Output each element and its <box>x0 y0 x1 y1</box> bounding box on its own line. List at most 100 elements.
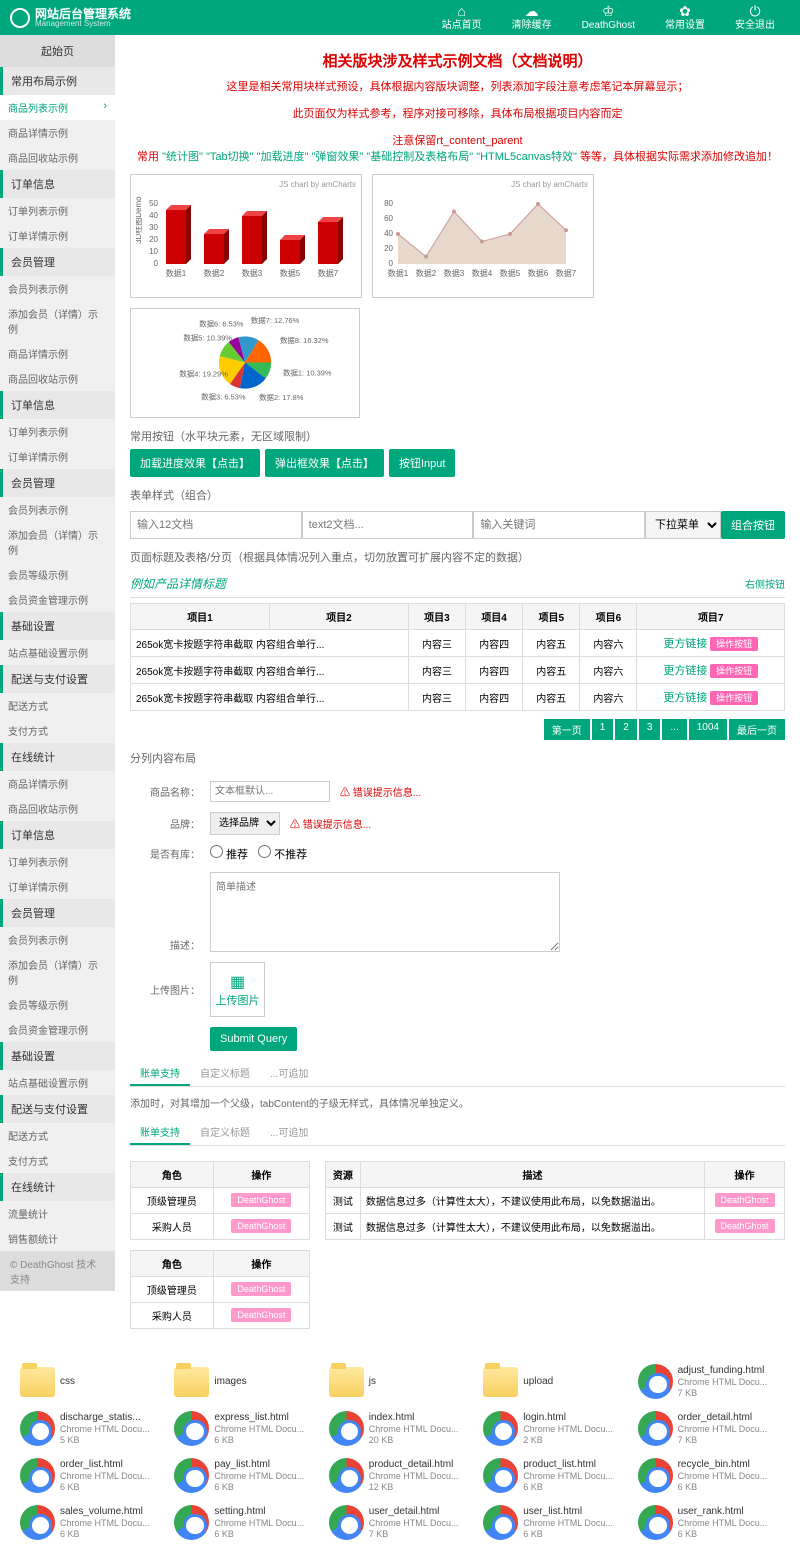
file-item[interactable]: product_list.htmlChrome HTML Docu...6 KB <box>483 1458 625 1493</box>
sidebar-item[interactable]: 配送方式 <box>0 1123 115 1148</box>
sidebar-item[interactable]: 订单详情示例 <box>0 874 115 899</box>
sidebar-item[interactable]: 会员等级示例 <box>0 562 115 587</box>
file-item[interactable]: user_list.htmlChrome HTML Docu...6 KB <box>483 1505 625 1540</box>
sidebar-item[interactable]: 支付方式 <box>0 1148 115 1173</box>
file-item[interactable]: adjust_funding.htmlChrome HTML Docu...7 … <box>638 1364 780 1399</box>
tab[interactable]: 账单支持 <box>130 1120 190 1145</box>
sidebar-item[interactable]: 站点基础设置示例 <box>0 1070 115 1095</box>
file-item[interactable]: recycle_bin.htmlChrome HTML Docu...6 KB <box>638 1458 780 1493</box>
file-item[interactable]: images <box>174 1364 316 1399</box>
badge[interactable]: DeathGhost <box>231 1282 291 1296</box>
sidebar-item[interactable]: 会员资金管理示例 <box>0 587 115 612</box>
badge[interactable]: DeathGhost <box>231 1193 291 1207</box>
sidebar-home[interactable]: 起始页 <box>0 35 115 67</box>
nav-清除缓存[interactable]: ☁清除缓存 <box>497 0 567 35</box>
text-input[interactable] <box>473 511 645 539</box>
desc-textarea[interactable] <box>210 872 560 952</box>
nav-常用设置[interactable]: ✿常用设置 <box>650 0 720 35</box>
file-item[interactable]: setting.htmlChrome HTML Docu...6 KB <box>174 1505 316 1540</box>
sidebar-item[interactable]: 会员等级示例 <box>0 992 115 1017</box>
badge-action[interactable]: 操作按钮 <box>710 637 758 651</box>
action-button[interactable]: 加载进度效果【点击】 <box>130 449 260 477</box>
badge-action[interactable]: 操作按钮 <box>710 664 758 678</box>
nav-站点首页[interactable]: ⌂站点首页 <box>427 0 497 35</box>
combo-select[interactable]: 下拉菜单 <box>645 511 721 539</box>
upload-button[interactable]: ▦ 上传图片 <box>210 962 265 1017</box>
svg-text:数据7: 数据7 <box>556 268 577 278</box>
tab[interactable]: 账单支持 <box>130 1061 190 1086</box>
file-item[interactable]: upload <box>483 1364 625 1399</box>
file-item[interactable]: index.htmlChrome HTML Docu...20 KB <box>329 1411 471 1446</box>
action-button[interactable]: 弹出框效果【点击】 <box>265 449 384 477</box>
badge-action[interactable]: 操作按钮 <box>710 691 758 705</box>
page-button[interactable]: 3 <box>639 719 661 740</box>
nav-DeathGhost[interactable]: ♔DeathGhost <box>567 0 650 35</box>
radio-recommend[interactable]: 推荐 <box>210 845 248 862</box>
page-button[interactable]: 最后一页 <box>729 719 785 740</box>
sidebar-item[interactable]: 商品回收站示例 <box>0 796 115 821</box>
file-item[interactable]: discharge_statis...Chrome HTML Docu...5 … <box>20 1411 162 1446</box>
tab[interactable]: 自定义标题 <box>190 1120 260 1145</box>
sidebar-item[interactable]: 商品详情示例 <box>0 341 115 366</box>
sidebar-item[interactable]: 订单详情示例 <box>0 444 115 469</box>
text-input[interactable] <box>302 511 474 539</box>
file-item[interactable]: product_detail.htmlChrome HTML Docu...12… <box>329 1458 471 1493</box>
sidebar-item[interactable]: 商品详情示例 <box>0 120 115 145</box>
link-action[interactable]: 更方链接 <box>663 692 707 704</box>
file-item[interactable]: user_detail.htmlChrome HTML Docu...7 KB <box>329 1505 471 1540</box>
file-item[interactable]: login.htmlChrome HTML Docu...2 KB <box>483 1411 625 1446</box>
sidebar-item[interactable]: 订单列表示例 <box>0 849 115 874</box>
file-item[interactable]: css <box>20 1364 162 1399</box>
sidebar-item[interactable]: 添加会员（详情）示例 <box>0 522 115 562</box>
sidebar-item[interactable]: 会员列表示例 <box>0 497 115 522</box>
tab[interactable]: ...可追加 <box>260 1120 318 1145</box>
action-button[interactable]: 按钮Input <box>389 449 455 477</box>
sidebar-item[interactable]: 商品回收站示例 <box>0 366 115 391</box>
nav-安全退出[interactable]: ⏻安全退出 <box>720 0 790 35</box>
sidebar-item[interactable]: 支付方式 <box>0 718 115 743</box>
tab[interactable]: ...可追加 <box>260 1061 318 1086</box>
th: 项目5 <box>523 604 580 630</box>
file-item[interactable]: express_list.htmlChrome HTML Docu...6 KB <box>174 1411 316 1446</box>
sidebar-item[interactable]: 销售额统计 <box>0 1226 115 1251</box>
sidebar-item[interactable]: 添加会员（详情）示例 <box>0 952 115 992</box>
tab[interactable]: 自定义标题 <box>190 1061 260 1086</box>
page-button[interactable]: 2 <box>615 719 637 740</box>
sidebar-item[interactable]: 订单详情示例 <box>0 223 115 248</box>
right-button[interactable]: 右侧按钮 <box>745 576 785 591</box>
page-button[interactable]: ... <box>662 719 686 740</box>
file-item[interactable]: order_list.htmlChrome HTML Docu...6 KB <box>20 1458 162 1493</box>
file-item[interactable]: sales_volume.htmlChrome HTML Docu...6 KB <box>20 1505 162 1540</box>
text-input[interactable] <box>130 511 302 539</box>
page-button[interactable]: 1004 <box>689 719 727 740</box>
sidebar-item[interactable]: 商品回收站示例 <box>0 145 115 170</box>
sidebar-item[interactable]: 流量统计 <box>0 1201 115 1226</box>
badge[interactable]: DeathGhost <box>231 1308 291 1322</box>
badge[interactable]: DeathGhost <box>231 1219 291 1233</box>
sidebar-item[interactable]: 添加会员（详情）示例 <box>0 301 115 341</box>
badge[interactable]: DeathGhost <box>715 1193 775 1207</box>
link-action[interactable]: 更方链接 <box>663 638 707 650</box>
file-item[interactable]: js <box>329 1364 471 1399</box>
badge[interactable]: DeathGhost <box>715 1219 775 1233</box>
submit-button[interactable]: Submit Query <box>210 1027 297 1051</box>
sidebar-item[interactable]: 站点基础设置示例 <box>0 640 115 665</box>
combo-button[interactable]: 组合按钮 <box>721 511 785 539</box>
page-button[interactable]: 1 <box>592 719 614 740</box>
file-item[interactable]: order_detail.htmlChrome HTML Docu...7 KB <box>638 1411 780 1446</box>
sidebar-item[interactable]: 会员列表示例 <box>0 927 115 952</box>
file-item[interactable]: pay_list.htmlChrome HTML Docu...6 KB <box>174 1458 316 1493</box>
page-button[interactable]: 第一页 <box>544 719 590 740</box>
sidebar-item[interactable]: 配送方式 <box>0 693 115 718</box>
sidebar-item[interactable]: 会员资金管理示例 <box>0 1017 115 1042</box>
name-input[interactable] <box>210 781 330 802</box>
sidebar-item[interactable]: 商品详情示例 <box>0 771 115 796</box>
sidebar-item[interactable]: 订单列表示例 <box>0 198 115 223</box>
sidebar-item[interactable]: 订单列表示例 <box>0 419 115 444</box>
file-item[interactable]: user_rank.htmlChrome HTML Docu...6 KB <box>638 1505 780 1540</box>
brand-select[interactable]: 选择品牌 <box>210 812 280 835</box>
sidebar-item[interactable]: 商品列表示例› <box>0 95 115 120</box>
sidebar-item[interactable]: 会员列表示例 <box>0 276 115 301</box>
radio-not-recommend[interactable]: 不推荐 <box>258 845 307 862</box>
link-action[interactable]: 更方链接 <box>663 665 707 677</box>
